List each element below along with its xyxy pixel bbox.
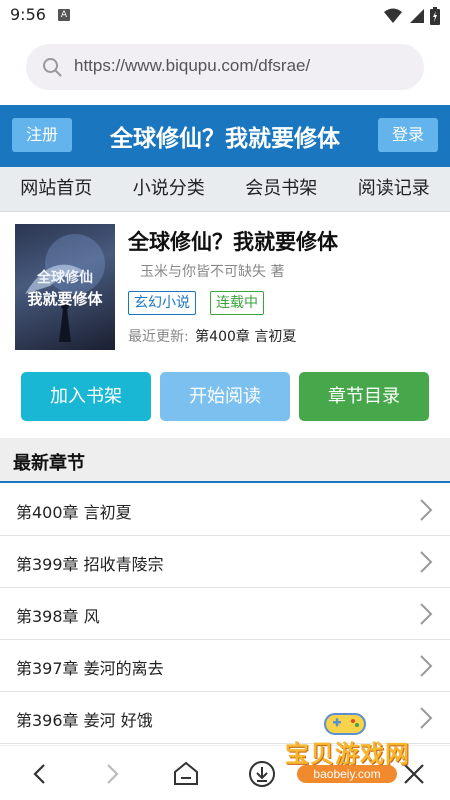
latest-update-chapter[interactable]: 第400章 言初夏	[195, 329, 296, 345]
site-header: 注册 全球修仙？我就要修体 登录	[0, 105, 450, 167]
book-author: 玉米与你皆不可缺失 著	[140, 264, 285, 280]
chevron-right-icon	[420, 551, 433, 573]
app-notification-icon: A	[58, 9, 70, 21]
genre-tag[interactable]: 玄幻小说	[128, 291, 196, 315]
latest-update-label: 最近更新:	[128, 329, 189, 345]
status-indicators	[384, 6, 440, 26]
list-item[interactable]: 第400章 言初夏	[0, 484, 450, 536]
gamepad-icon	[324, 713, 366, 735]
register-button[interactable]: 注册	[12, 118, 72, 152]
watermark-url: baobeiy.com	[297, 765, 397, 783]
chapter-title: 第399章 招收青陵宗	[16, 555, 164, 574]
latest-chapters-header: 最新章节	[0, 438, 450, 483]
back-icon[interactable]	[26, 760, 54, 788]
battery-icon	[430, 7, 440, 25]
home-icon[interactable]	[172, 760, 200, 788]
chapter-title: 第396章 姜河 好饿	[16, 711, 153, 730]
add-to-shelf-button[interactable]: 加入书架	[21, 372, 151, 421]
signal-icon	[410, 9, 424, 23]
address-bar[interactable]: https://www.biqupu.com/dfsrae/	[26, 44, 424, 90]
list-item[interactable]: 第397章 姜河的离去	[0, 640, 450, 692]
chapter-title: 第400章 言初夏	[16, 503, 132, 522]
nav-item-history[interactable]: 阅读记录	[338, 167, 450, 211]
latest-update: 最近更新: 第400章 言初夏	[128, 326, 296, 346]
wifi-icon	[384, 8, 402, 23]
book-cover[interactable]: 全球修仙 我就要修体	[15, 224, 115, 350]
chapter-title: 第397章 姜河的离去	[16, 659, 164, 678]
chapter-title: 第398章 风	[16, 607, 100, 626]
status-badge: 连载中	[210, 291, 264, 315]
chapter-toc-button[interactable]: 章节目录	[299, 372, 429, 421]
header-title: 全球修仙？我就要修体	[110, 126, 340, 152]
book-cover-art: 全球修仙 我就要修体	[25, 234, 105, 342]
nav-item-bookshelf[interactable]: 会员书架	[225, 167, 338, 211]
section-title: 最新章节	[13, 453, 85, 474]
book-title: 全球修仙？我就要修体	[128, 230, 338, 254]
forward-icon[interactable]	[98, 760, 126, 788]
download-icon[interactable]	[248, 760, 276, 788]
list-item[interactable]: 第398章 风	[0, 588, 450, 640]
watermark-text: 宝贝游戏网	[285, 740, 410, 768]
search-icon	[43, 58, 62, 77]
login-button[interactable]: 登录	[378, 118, 438, 152]
chapter-list: 第400章 言初夏 第399章 招收青陵宗 第398章 风 第397章 姜河的离…	[0, 484, 450, 744]
site-nav: 网站首页 小说分类 会员书架 阅读记录	[0, 167, 450, 212]
chevron-right-icon	[420, 603, 433, 625]
svg-text:全球修仙: 全球修仙	[36, 269, 93, 286]
watermark-logo: 宝贝游戏网 baobeiy.com	[275, 706, 420, 788]
svg-text:我就要修体: 我就要修体	[27, 290, 103, 308]
chevron-right-icon	[420, 499, 433, 521]
status-bar: 9:56 A	[0, 0, 450, 32]
status-time: 9:56	[10, 5, 46, 24]
url-text: https://www.biqupu.com/dfsrae/	[74, 56, 311, 75]
nav-item-categories[interactable]: 小说分类	[113, 167, 226, 211]
list-item[interactable]: 第399章 招收青陵宗	[0, 536, 450, 588]
chevron-right-icon	[420, 655, 433, 677]
nav-item-home[interactable]: 网站首页	[0, 167, 113, 211]
start-reading-button[interactable]: 开始阅读	[160, 372, 290, 421]
chevron-right-icon	[420, 707, 433, 729]
